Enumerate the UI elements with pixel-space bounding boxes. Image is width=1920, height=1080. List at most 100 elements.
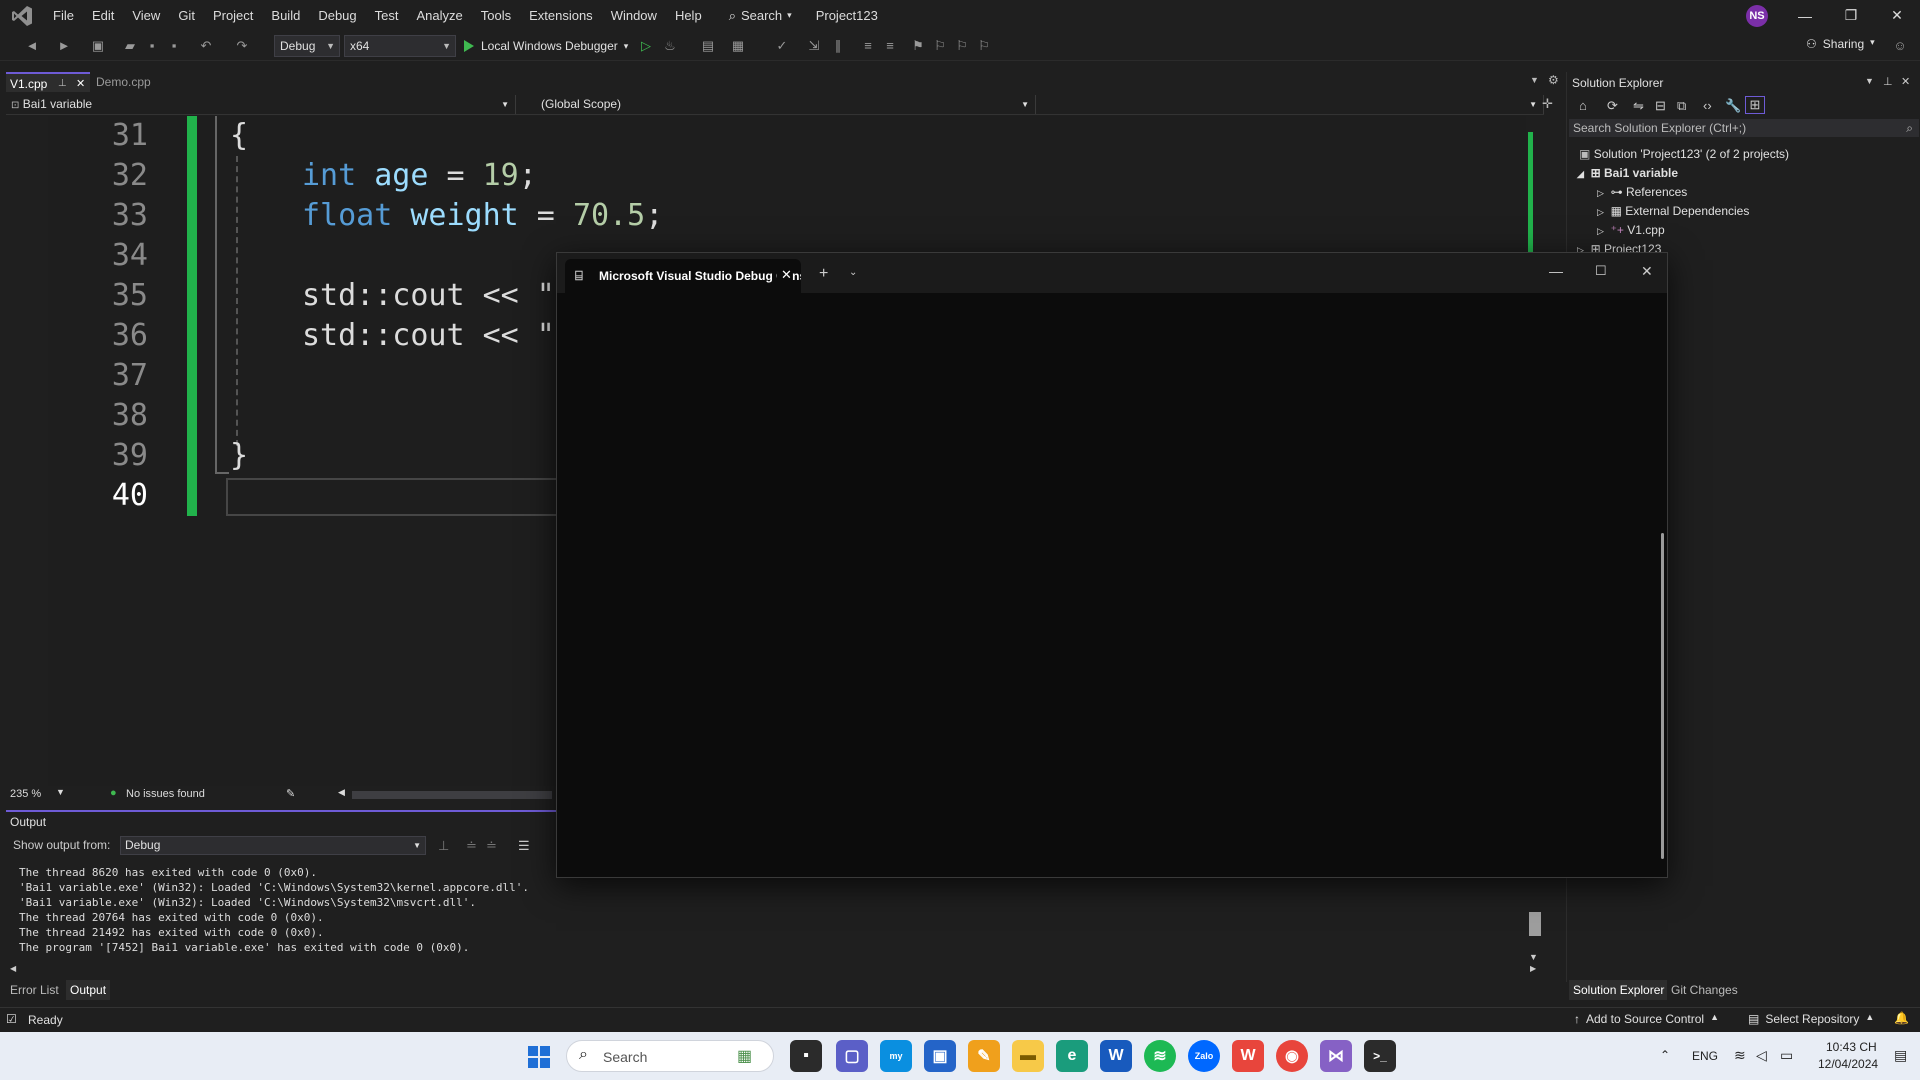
battery-icon[interactable]: ▭ — [1780, 1047, 1793, 1064]
bookmark-next-icon[interactable]: ⚐ — [954, 38, 970, 54]
hot-reload-icon[interactable]: ♨ — [662, 38, 678, 54]
chevron-up-icon[interactable]: ⌃ — [1660, 1048, 1670, 1062]
menu-build[interactable]: Build — [262, 0, 309, 31]
solution-platform-select[interactable]: x64 ▼ — [344, 35, 456, 57]
prev-message-icon[interactable]: ≐ — [466, 838, 477, 854]
tab-git-changes[interactable]: Git Changes — [1671, 980, 1738, 1000]
scroll-left-icon[interactable]: ◀ — [338, 787, 345, 798]
step-icon[interactable]: ⇲ — [806, 38, 822, 54]
indent-icon[interactable]: ≡ — [860, 38, 876, 54]
tree-references[interactable]: ▷ ⊶ References — [1597, 183, 1687, 202]
output-horizontal-scrollbar[interactable]: ◀ ▶ — [10, 964, 1536, 976]
menu-debug[interactable]: Debug — [309, 0, 365, 31]
clock-date[interactable]: 12/04/2024 — [1818, 1057, 1878, 1071]
save-all-icon[interactable]: ▪ — [166, 38, 182, 54]
teams-icon[interactable]: ▢ — [836, 1040, 868, 1072]
chrome-icon[interactable]: ◉ — [1276, 1040, 1308, 1072]
clear-all-icon[interactable]: ☰ — [518, 838, 530, 854]
open-file-icon[interactable]: ▰ — [122, 38, 138, 54]
add-to-source-control-button[interactable]: ↑ Add to Source Control ▲ — [1574, 1012, 1719, 1026]
zalo-icon[interactable]: Zalo — [1188, 1040, 1220, 1072]
restore-button[interactable]: ❐ — [1828, 0, 1874, 31]
volume-icon[interactable]: ◁ — [1756, 1047, 1767, 1064]
menu-file[interactable]: File — [44, 0, 83, 31]
preview-selected-icon[interactable]: ⊞ — [1745, 96, 1765, 114]
save-icon[interactable]: ▪ — [144, 38, 160, 54]
glyph-margin[interactable] — [6, 116, 48, 786]
properties-icon[interactable]: 🔧 — [1725, 98, 1741, 114]
start-without-debugging-icon[interactable]: ▷ — [638, 38, 654, 54]
menu-edit[interactable]: Edit — [83, 0, 123, 31]
store-icon[interactable]: ▣ — [924, 1040, 956, 1072]
scroll-right-icon[interactable]: ▶ — [1530, 964, 1536, 973]
tree-v1-cpp[interactable]: ▷ ⁺+ V1.cpp — [1597, 221, 1665, 240]
live-share-button[interactable]: ⚇ Sharing ▾ — [1806, 37, 1875, 51]
menu-test[interactable]: Test — [366, 0, 408, 31]
mywork-icon[interactable]: my — [880, 1040, 912, 1072]
zoom-level[interactable]: 235 % — [10, 788, 41, 800]
tab-overflow-icon[interactable]: ▼ — [1530, 75, 1539, 85]
bookmark-icon[interactable]: ⚑ — [910, 38, 926, 54]
wifi-icon[interactable]: ≋ — [1734, 1047, 1746, 1064]
wps-icon[interactable]: W — [1232, 1040, 1264, 1072]
view-code-icon[interactable]: ‹› — [1703, 98, 1712, 113]
file-explorer-icon[interactable]: ▬ — [1012, 1040, 1044, 1072]
chevron-down-icon[interactable]: ⌄ — [849, 267, 857, 278]
menu-search-button[interactable]: ⌕ Search ▾ — [719, 8, 802, 24]
taskbar-search-box[interactable]: ⌕ Search ▦ — [566, 1040, 774, 1072]
next-message-icon[interactable]: ≐ — [486, 838, 497, 854]
scroll-down-icon[interactable]: ▼ — [1529, 952, 1538, 962]
horizontal-scrollbar[interactable] — [352, 791, 552, 799]
bookmark-clear-icon[interactable]: ⚐ — [976, 38, 992, 54]
menu-extensions[interactable]: Extensions — [520, 0, 602, 31]
scope-select[interactable]: (Global Scope) ▼ — [536, 95, 1036, 114]
collapse-all-icon[interactable]: ⊟ — [1655, 98, 1666, 114]
task-view-icon[interactable]: ▪ — [790, 1040, 822, 1072]
close-icon[interactable]: ✕ — [1901, 75, 1910, 88]
user-avatar[interactable]: NS — [1746, 5, 1768, 27]
console-scrollbar[interactable] — [1661, 533, 1664, 859]
console-tab[interactable]: ⌸ Microsoft Visual Studio Debug Console — [565, 259, 801, 293]
sync-icon[interactable]: ⟳ — [1607, 98, 1618, 114]
pin-icon[interactable]: ⊥ — [58, 74, 67, 94]
gear-icon[interactable]: ⚙ — [1548, 73, 1559, 87]
close-icon[interactable]: ✕ — [76, 74, 85, 94]
columns-icon[interactable]: ∥ — [830, 38, 846, 54]
browse-icon[interactable]: ▤ — [700, 38, 716, 54]
split-editor-icon[interactable]: ✛ — [1542, 96, 1553, 112]
window-position-icon[interactable]: ▼ — [1865, 76, 1874, 86]
feedback-icon[interactable]: ☺ — [1892, 38, 1908, 54]
find-message-icon[interactable]: ⊥ — [438, 838, 449, 854]
spell-check-icon[interactable]: ✓ — [774, 38, 790, 54]
windows-start-icon[interactable] — [528, 1046, 550, 1068]
tree-project-bai1[interactable]: ◢ ⊞ Bai1 variable — [1577, 164, 1678, 183]
redo-icon[interactable]: ↷ — [234, 38, 250, 54]
output-vertical-scrollbar[interactable]: ▼ — [1526, 862, 1544, 974]
tab-solution-explorer[interactable]: Solution Explorer — [1569, 980, 1667, 1000]
input-language[interactable]: ENG — [1692, 1049, 1718, 1063]
back-icon[interactable]: ◄ — [24, 38, 40, 54]
notifications-icon[interactable]: 🔔 — [1894, 1011, 1909, 1025]
close-tab-icon[interactable]: ✕ — [777, 267, 792, 283]
menu-analyze[interactable]: Analyze — [407, 0, 471, 31]
undo-icon[interactable]: ↶ — [198, 38, 214, 54]
tab-demo-cpp[interactable]: Demo.cpp — [92, 72, 162, 92]
chevron-down-icon[interactable]: ▼ — [56, 787, 65, 797]
project-select[interactable]: ⊡ Bai1 variable ▼ — [6, 95, 516, 114]
menu-tools[interactable]: Tools — [472, 0, 520, 31]
word-icon[interactable]: W — [1100, 1040, 1132, 1072]
show-all-files-icon[interactable]: ⧉ — [1677, 98, 1686, 114]
menu-view[interactable]: View — [123, 0, 169, 31]
bookmark-prev-icon[interactable]: ⚐ — [932, 38, 948, 54]
member-select[interactable]: ▼ — [1040, 95, 1544, 114]
edge-icon[interactable]: e — [1056, 1040, 1088, 1072]
tree-external-dependencies[interactable]: ▷ ▦ External Dependencies — [1597, 202, 1749, 221]
output-source-select[interactable]: Debug ▼ — [120, 836, 426, 855]
pending-changes-icon[interactable]: ⇋ — [1633, 98, 1644, 114]
scroll-left-icon[interactable]: ◀ — [10, 964, 16, 973]
brush-icon[interactable]: ✎ — [286, 787, 295, 800]
outdent-icon[interactable]: ≡ — [882, 38, 898, 54]
terminal-icon[interactable]: >_ — [1364, 1040, 1396, 1072]
issues-status[interactable]: No issues found — [126, 788, 205, 800]
tree-solution[interactable]: ▣ Solution 'Project123' (2 of 2 projects… — [1579, 145, 1789, 163]
